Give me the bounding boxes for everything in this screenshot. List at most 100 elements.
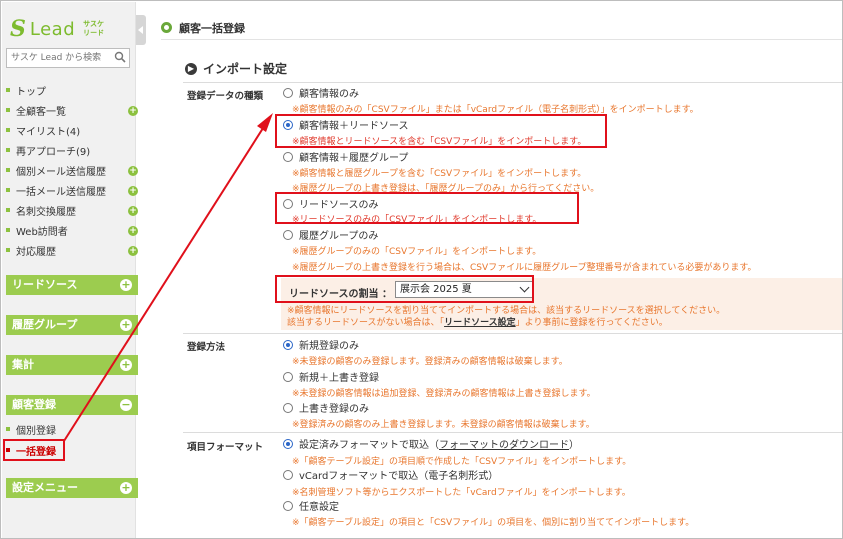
lead-source-settings-link[interactable]: リードソース設定 bbox=[444, 318, 516, 328]
section-label: 顧客登録 bbox=[12, 398, 56, 411]
sidebar-item-top[interactable]: トップ bbox=[6, 82, 136, 98]
bullet-icon bbox=[6, 208, 10, 212]
sidebar-item-individual-registration[interactable]: 個別登録 bbox=[6, 421, 136, 437]
field-format-label: 項目フォーマット bbox=[187, 442, 264, 453]
radio-button[interactable] bbox=[283, 371, 293, 382]
radio-button-selected[interactable] bbox=[283, 339, 293, 350]
import-settings-form: 登録データの種類 顧客情報のみ ※顧客情報のみの「CSVファイル」または「vCa… bbox=[183, 82, 842, 528]
option-new-only[interactable]: 新規登録のみ bbox=[283, 337, 359, 352]
option-overwrite-only[interactable]: 上書き登録のみ bbox=[283, 400, 369, 415]
title-bullet-icon bbox=[161, 22, 172, 33]
sidebar-item-response-history[interactable]: 対応履歴 + bbox=[6, 242, 138, 258]
highlight-box-lead-source-assign bbox=[275, 275, 534, 303]
option-history-group-only[interactable]: 履歴グループのみ bbox=[283, 227, 378, 242]
option-customer-plus-history-group[interactable]: 顧客情報＋履歴グループ bbox=[283, 149, 408, 164]
option-label: vCardフォーマットで取込（電子名刺形式） bbox=[299, 471, 499, 482]
sidebar-item-label: 個別メール送信履歴 bbox=[16, 166, 106, 178]
option-note: ※未登録の顧客のみ登録します。登録済みの顧客情報は破棄します。 bbox=[292, 357, 568, 367]
section-heading: ▶ インポート設定 bbox=[185, 60, 287, 77]
format-download-link[interactable]: フォーマットのダウンロード bbox=[439, 436, 569, 451]
option-custom-setting[interactable]: 任意設定 bbox=[283, 498, 339, 513]
sidebar-item-card-exchange-history[interactable]: 名刺交換履歴 + bbox=[6, 202, 138, 218]
collapse-minus-icon[interactable]: − bbox=[120, 399, 132, 411]
sidebar-item-label: マイリスト(4) bbox=[16, 126, 81, 138]
bullet-icon bbox=[6, 228, 10, 232]
radio-button[interactable] bbox=[283, 469, 293, 480]
sidebar-section-customer-registration[interactable]: 顧客登録 − bbox=[6, 395, 138, 415]
option-customer-only[interactable]: 顧客情報のみ bbox=[283, 85, 359, 100]
section-label: 設定メニュー bbox=[12, 481, 78, 494]
note-text-pre: 該当するリードソースがない場合は、「 bbox=[287, 318, 445, 328]
sidebar-item-label: 全顧客一覧 bbox=[16, 106, 66, 118]
option-note: ※履歴グループの上書き登録を行う場合は、CSVファイルに履歴グループ整理番号が含… bbox=[292, 263, 757, 273]
expand-plus-icon[interactable]: + bbox=[128, 246, 138, 256]
sidebar-collapse-handle[interactable] bbox=[136, 15, 146, 45]
sidebar-item-bulk-mail-history[interactable]: 一括メール送信履歴 + bbox=[6, 182, 138, 198]
sidebar-item-label: 再アプローチ(9) bbox=[16, 146, 91, 158]
sidebar-item-all-customers[interactable]: 全顧客一覧 + bbox=[6, 102, 138, 118]
bullet-icon bbox=[6, 128, 10, 132]
option-note: ※「顧客テーブル設定」の項目と「CSVファイル」の項目を、個別に割り当ててインポ… bbox=[292, 518, 695, 528]
arrow-right-circle-icon: ▶ bbox=[185, 62, 197, 75]
sidebar-item-label: 個別登録 bbox=[16, 425, 56, 437]
note-text-post: 」より事前に登録を行ってください。 bbox=[515, 318, 668, 328]
radio-button[interactable] bbox=[283, 500, 293, 511]
highlight-box-lead-source-only bbox=[275, 192, 579, 224]
logo-sub-line-2: リード bbox=[83, 29, 105, 37]
sidebar-item-reapproach[interactable]: 再アプローチ(9) bbox=[6, 142, 136, 158]
sidebar-item-individual-mail-history[interactable]: 個別メール送信履歴 + bbox=[6, 162, 138, 178]
radio-button[interactable] bbox=[283, 402, 293, 413]
radio-button-selected[interactable] bbox=[283, 438, 293, 449]
highlight-box-bulk-registration bbox=[3, 439, 65, 461]
expand-plus-icon[interactable]: + bbox=[128, 186, 138, 196]
search-icon[interactable] bbox=[114, 51, 126, 63]
option-note: ※登録済みの顧客のみ上書き登録します。未登録の顧客情報は破棄します。 bbox=[292, 420, 595, 430]
expand-plus-icon[interactable]: + bbox=[128, 226, 138, 236]
bullet-icon bbox=[6, 148, 10, 152]
sidebar-item-mylist[interactable]: マイリスト(4) bbox=[6, 122, 136, 138]
registration-method-label: 登録方法 bbox=[187, 342, 226, 353]
expand-plus-icon[interactable]: + bbox=[128, 106, 138, 116]
option-configured-format[interactable]: 設定済みフォーマットで取込（ フォーマットのダウンロード） bbox=[283, 436, 579, 451]
expand-plus-icon[interactable]: + bbox=[120, 359, 132, 371]
assign-note-with-link: 該当するリードソースがない場合は、「リードソース設定」より事前に登録を行ってくだ… bbox=[287, 315, 668, 328]
expand-plus-icon[interactable]: + bbox=[120, 319, 132, 331]
option-new-plus-overwrite[interactable]: 新規＋上書き登録 bbox=[283, 369, 379, 384]
option-label: 顧客情報＋履歴グループ bbox=[299, 153, 409, 164]
bullet-icon bbox=[6, 427, 10, 431]
radio-button[interactable] bbox=[283, 87, 293, 98]
option-note: ※未登録の顧客情報は追加登録、登録済みの顧客情報は上書き登録します。 bbox=[292, 389, 596, 399]
sidebar-section-stats[interactable]: 集計 + bbox=[6, 355, 138, 375]
option-label: 新規＋上書き登録 bbox=[299, 373, 379, 384]
sidebar-item-web-visitors[interactable]: Web訪問者 + bbox=[6, 222, 138, 238]
radio-button[interactable] bbox=[283, 229, 293, 240]
option-label: 履歴グループのみ bbox=[299, 231, 379, 242]
radio-button[interactable] bbox=[283, 151, 293, 162]
app-logo[interactable]: S Lead サスケ リード bbox=[10, 16, 104, 42]
logo-mark: S bbox=[10, 16, 26, 42]
search-input[interactable] bbox=[7, 49, 115, 67]
sidebar-section-history-group[interactable]: 履歴グループ + bbox=[6, 315, 138, 335]
expand-plus-icon[interactable]: + bbox=[120, 482, 132, 494]
option-label: 上書き登録のみ bbox=[299, 404, 369, 415]
bullet-icon bbox=[6, 168, 10, 172]
expand-plus-icon[interactable]: + bbox=[128, 166, 138, 176]
section-label: 履歴グループ bbox=[12, 318, 78, 331]
row-divider bbox=[183, 333, 842, 334]
section-label: リードソース bbox=[12, 278, 78, 291]
page-title: 顧客一括登録 bbox=[179, 21, 245, 35]
sidebar-section-settings[interactable]: 設定メニュー + bbox=[6, 478, 138, 498]
expand-plus-icon[interactable]: + bbox=[128, 206, 138, 216]
option-vcard-format[interactable]: vCardフォーマットで取込（電子名刺形式） bbox=[283, 467, 498, 482]
expand-plus-icon[interactable]: + bbox=[120, 279, 132, 291]
bullet-icon bbox=[6, 188, 10, 192]
option-note: ※顧客情報と履歴グループを含む「CSVファイル」をインポートします。 bbox=[292, 169, 587, 179]
option-label: 新規登録のみ bbox=[299, 341, 359, 352]
bullet-icon bbox=[6, 88, 10, 92]
sidebar-section-lead-source[interactable]: リードソース + bbox=[6, 275, 138, 295]
option-note: ※名刺管理ソフト等からエクスポートした「vCardファイル」をインポートします。 bbox=[292, 488, 631, 498]
section-title: インポート設定 bbox=[203, 62, 288, 76]
logo-text: Lead bbox=[29, 18, 76, 40]
option-label-post: ） bbox=[569, 440, 579, 451]
sidebar-item-label: 名刺交換履歴 bbox=[16, 206, 76, 218]
